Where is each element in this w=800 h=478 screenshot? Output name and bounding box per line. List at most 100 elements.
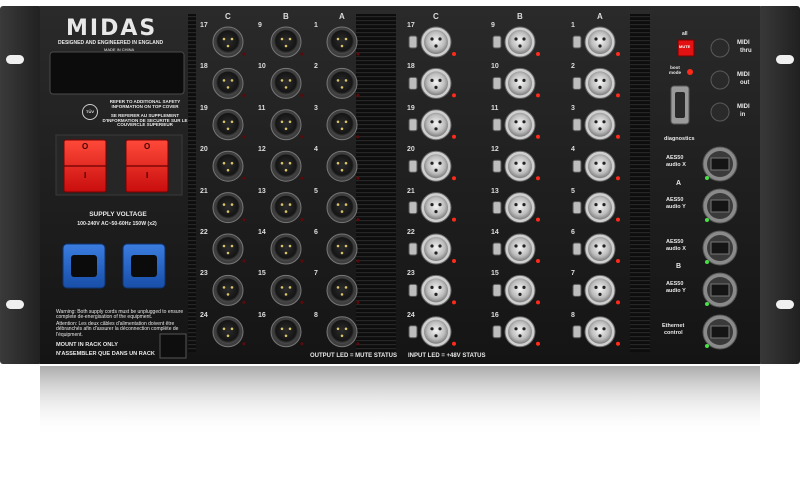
output-mute-led [300,176,304,180]
output-xlr-4[interactable] [326,150,358,182]
output-xlr-8[interactable] [326,316,358,348]
input-phantom-led [616,300,620,305]
input-channel-number-22: 22 [407,229,415,236]
input-channel-number-15: 15 [491,270,499,278]
aes50-port[interactable] [702,230,738,266]
output-mute-led [356,135,360,139]
input-phantom-led [452,259,456,263]
output-channel-number-24: 24 [200,311,208,319]
input-phantom-led [536,341,540,346]
midi-label: MIDI [737,104,750,110]
rack-screw-slot [6,55,24,64]
input-phantom-led [536,259,540,263]
rack-screw-slot [776,55,794,64]
input-channel-number-13: 13 [491,187,499,195]
output-xlr-12[interactable] [270,150,302,182]
input-phantom-led [616,217,620,222]
output-xlr-13[interactable] [270,192,302,224]
input-channel-number-10: 10 [491,63,499,71]
input-phantom-led [616,176,620,181]
output-xlr-2[interactable] [326,67,358,99]
rack-screw-slot [6,300,24,309]
input-phantom-led [452,176,456,181]
output-xlr-5[interactable] [326,192,358,224]
midi-in-label: in [740,112,746,118]
dsub-shell [675,92,685,118]
output-mute-led [242,218,246,222]
output-channel-number-6: 6 [314,229,318,236]
vent-strip [188,14,196,352]
midi-label: MIDI [737,40,750,46]
output-column-header-b: B [283,12,289,21]
input-channel-number-2: 2 [571,63,575,71]
aes50-sub-label: audio Y [666,288,686,294]
input-column-header-c: C [433,12,439,21]
output-xlr-6[interactable] [326,233,358,265]
switch-2-on-glyph: O [144,142,151,151]
safety-text-en: REFER TO ADDITIONAL SAFETY INFORMATION O… [109,99,181,109]
output-mute-led [242,176,246,180]
ethernet-port[interactable] [702,314,738,350]
output-led-legend: OUTPUT LED = MUTE STATUS [310,353,397,359]
output-xlr-19[interactable] [212,109,244,141]
midi-thru-port[interactable] [710,38,730,58]
output-xlr-17[interactable] [212,26,244,58]
output-mute-led [300,259,304,263]
aes50-sub-label: audio X [666,162,686,168]
aes50-label: AES50 [666,281,684,287]
rack-unit-photo: MIDAS DESIGNED AND ENGINEERED IN ENGLAND… [0,0,800,473]
aes50-port[interactable] [702,272,738,308]
diagnostics-label: diagnostics [664,136,695,142]
output-xlr-15[interactable] [270,274,302,306]
output-mute-led [300,52,304,56]
output-channel-number-4: 4 [314,146,318,154]
output-mute-led [242,300,246,304]
output-xlr-7[interactable] [326,274,358,306]
input-channel-number-14: 14 [491,229,499,236]
input-phantom-led [616,259,620,263]
aes50-label: AES50 [666,239,684,245]
output-mute-led [242,93,246,97]
input-phantom-led [452,93,456,98]
output-channel-number-5: 5 [314,187,318,195]
output-xlr-14[interactable] [270,233,302,265]
output-xlr-24[interactable] [212,316,244,348]
output-channel-number-3: 3 [314,104,318,112]
output-xlr-22[interactable] [212,233,244,265]
iec-socket [131,255,157,277]
all-mute-top-label: all [682,31,688,37]
output-xlr-10[interactable] [270,67,302,99]
output-channel-number-15: 15 [258,270,266,278]
output-channel-number-14: 14 [258,229,266,236]
vent-strip [356,14,396,352]
midi-in-port[interactable] [710,102,730,122]
output-mute-led [356,259,360,263]
switch-1-on-glyph: O [82,142,89,151]
output-xlr-23[interactable] [212,274,244,306]
blank-label-window [49,51,185,95]
input-phantom-led [452,341,456,346]
output-xlr-20[interactable] [212,150,244,182]
floor-reflection [40,366,760,436]
midi-out-port[interactable] [710,70,730,90]
input-channel-number-19: 19 [407,104,415,112]
output-channel-number-19: 19 [200,104,208,112]
input-phantom-led [536,134,540,139]
input-phantom-led [536,52,540,56]
output-mute-led [242,135,246,139]
output-xlr-21[interactable] [212,192,244,224]
output-mute-led [356,176,360,180]
input-phantom-led [452,134,456,139]
output-channel-number-22: 22 [200,229,208,236]
output-xlr-9[interactable] [270,26,302,58]
output-xlr-11[interactable] [270,109,302,141]
input-phantom-led [452,52,456,56]
aes50-port[interactable] [702,188,738,224]
midi-label: MIDI [737,72,750,78]
output-xlr-1[interactable] [326,26,358,58]
aes50-sub-label: audio Y [666,204,686,210]
output-xlr-3[interactable] [326,109,358,141]
output-xlr-18[interactable] [212,67,244,99]
output-xlr-16[interactable] [270,316,302,348]
aes50-port[interactable] [702,146,738,182]
